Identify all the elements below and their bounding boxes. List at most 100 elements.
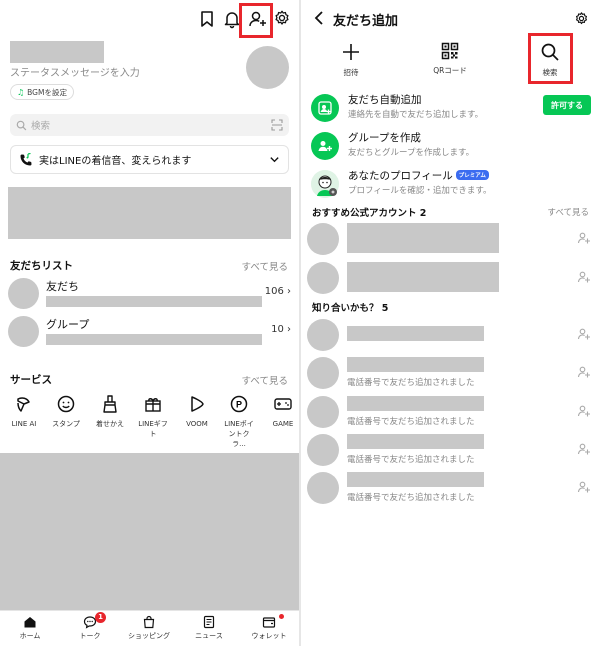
service-label: LINEポイントクラ... [224, 420, 254, 448]
qr-code-icon [441, 42, 459, 60]
create-group-icon [311, 132, 339, 160]
chevron-right-icon: › [287, 286, 291, 297]
service-gift[interactable]: LINEギフト [136, 394, 170, 439]
nav-home[interactable]: ホーム [3, 615, 57, 641]
list-item[interactable]: 電話番号で友だち追加されました [307, 396, 591, 430]
my-profile-option[interactable]: あなたのプロフィール プレミアム プロフィールを確認・追加できます。 [311, 168, 591, 204]
shopping-bag-icon [143, 615, 155, 629]
nav-news[interactable]: ニュース [182, 615, 236, 641]
nav-shopping[interactable]: ショッピング [122, 615, 176, 641]
name-placeholder [347, 357, 484, 372]
wallet-icon [262, 617, 276, 628]
option-title: グループを作成 [348, 132, 421, 144]
back-button[interactable] [313, 10, 325, 26]
add-friend-icon[interactable] [577, 327, 591, 341]
services-see-all[interactable]: すべて見る [242, 373, 288, 387]
avatar [307, 223, 339, 255]
nav-talk[interactable]: 1 トーク [63, 612, 117, 641]
nav-wallet[interactable]: ウォレット [242, 614, 296, 641]
avatar [307, 472, 339, 504]
friend-list-see-all[interactable]: すべて見る [242, 259, 288, 273]
nav-label: トーク [79, 632, 101, 640]
service-label: 着せかえ [96, 420, 124, 428]
bgm-button[interactable]: ♫ BGMを設定 [10, 84, 74, 100]
item-subtitle: 電話番号で友だち追加されました [347, 493, 475, 503]
bookmark-icon[interactable] [197, 9, 217, 29]
avatar [307, 434, 339, 466]
list-item[interactable] [307, 223, 591, 257]
svg-text:P: P [236, 400, 242, 410]
friend-list-item-friends[interactable]: 友だち 106 › [8, 278, 291, 310]
service-sticker[interactable]: スタンプ [49, 394, 83, 429]
search-input[interactable]: 検索 [10, 114, 289, 136]
option-subtitle: プロフィールを確認・追加できます。 [348, 186, 492, 196]
search-icon [16, 120, 27, 130]
highlight-box-add-friend [239, 3, 273, 38]
friend-list-item-groups[interactable]: グループ 10 › [8, 316, 291, 348]
settings-button[interactable] [574, 11, 589, 26]
qr-code-button[interactable]: QRコード [422, 42, 478, 76]
friend-list-label: グループ [46, 318, 90, 331]
list-item[interactable] [307, 262, 591, 296]
avatar[interactable] [246, 46, 289, 89]
add-friends-screen: 友だち追加 招待 QRコード 検索 友だち自動追加 連絡先を自動で友だち追加しま… [301, 0, 600, 646]
list-item[interactable] [307, 319, 591, 353]
option-title: あなたのプロフィール [348, 170, 453, 182]
service-line-ai[interactable]: LINE AI [7, 394, 41, 429]
scan-icon[interactable] [271, 119, 283, 131]
list-item[interactable]: 電話番号で友だち追加されました [307, 472, 591, 506]
add-friend-icon[interactable] [577, 480, 591, 494]
name-placeholder [347, 326, 484, 341]
allow-button[interactable]: 許可する [543, 95, 591, 115]
service-label: GAME [272, 420, 294, 428]
name-placeholder [347, 223, 499, 253]
recommended-see-all[interactable]: すべて見る [547, 206, 589, 218]
unread-badge: 1 [95, 612, 106, 623]
name-placeholder [46, 334, 262, 345]
service-voom[interactable]: VOOM [180, 394, 214, 429]
add-friend-icon[interactable] [577, 270, 591, 284]
bgm-label: BGMを設定 [27, 87, 67, 97]
name-placeholder [347, 262, 499, 292]
service-point[interactable]: P LINEポイントクラ... [222, 394, 256, 449]
item-subtitle: 電話番号で友だち追加されました [347, 455, 475, 465]
avatar [8, 316, 39, 347]
add-friend-icon[interactable] [577, 442, 591, 456]
service-label: スタンプ [52, 420, 80, 428]
theme-brush-icon [103, 395, 117, 413]
people-you-may-know-title: 知り合いかも？ 5 [312, 303, 389, 314]
list-item[interactable]: 電話番号で友だち追加されました [307, 357, 591, 391]
invite-button[interactable]: 招待 [323, 42, 379, 78]
point-icon: P [230, 395, 248, 413]
name-placeholder [347, 472, 484, 487]
line-ai-icon [17, 397, 30, 412]
avatar [307, 319, 339, 351]
gear-icon[interactable] [273, 9, 293, 29]
action-label: QRコード [433, 66, 467, 75]
name-placeholder [347, 396, 484, 411]
option-subtitle: 友だちとグループを作成します。 [348, 148, 475, 158]
game-icon [274, 398, 292, 410]
news-icon [203, 615, 215, 629]
page-title: 友だち追加 [333, 14, 399, 29]
list-item[interactable]: 電話番号で友だち追加されました [307, 434, 591, 468]
status-message[interactable]: ステータスメッセージを入力 [10, 64, 140, 79]
recommended-accounts-title: おすすめ公式アカウント 2 [312, 208, 427, 219]
add-friend-icon[interactable] [577, 404, 591, 418]
ringtone-banner[interactable]: 実はLINEの着信音、変えられます [10, 145, 289, 174]
profile-name-placeholder[interactable] [10, 41, 104, 63]
service-label: LINE AI [11, 420, 37, 428]
create-group-option[interactable]: グループを作成 友だちとグループを作成します。 [311, 130, 591, 166]
service-game[interactable]: GAME [266, 394, 300, 429]
ad-banner-placeholder[interactable] [8, 187, 291, 239]
avatar [307, 262, 339, 294]
group-count: 10 [271, 324, 284, 335]
option-title: 友だち自動追加 [348, 94, 422, 106]
service-theme[interactable]: 着せかえ [93, 394, 127, 429]
avatar [307, 396, 339, 428]
add-friend-icon[interactable] [577, 365, 591, 379]
auto-add-friends-option[interactable]: 友だち自動追加 連絡先を自動で友だち追加します。 許可する [311, 92, 591, 128]
add-friend-icon[interactable] [577, 231, 591, 245]
premium-badge: プレミアム [455, 170, 489, 180]
music-note-icon: ♫ [17, 87, 25, 97]
